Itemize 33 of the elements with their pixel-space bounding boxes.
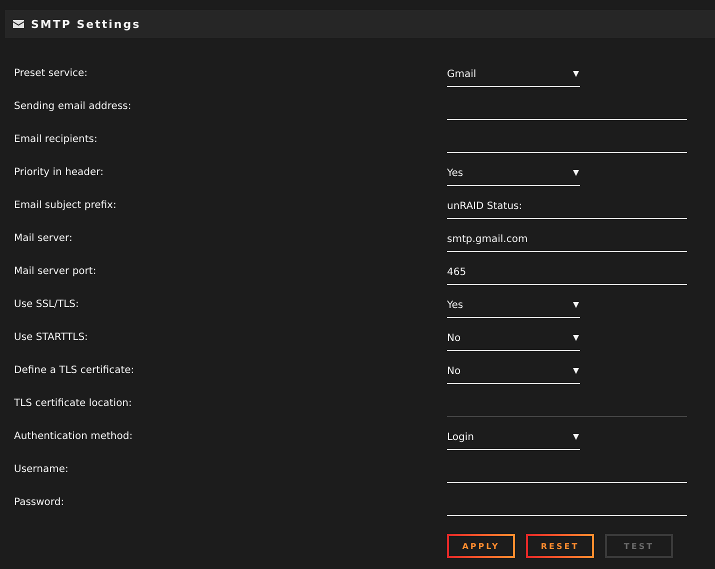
dropdown[interactable]: Yes [447,164,580,186]
dropdown[interactable]: Yes [447,296,580,318]
action-button[interactable]: RESET [526,534,594,558]
field-label: Password: [13,497,66,508]
caret-icon [573,302,579,308]
field-label: Mail server port: [13,266,98,277]
field-label: Use STARTTLS: [13,332,89,343]
action-button[interactable]: APPLY [447,534,515,558]
caret-icon [573,434,579,440]
field-label: Sending email address: [13,101,132,112]
dropdown[interactable]: No [447,362,580,384]
field-label: Priority in header: [13,167,104,178]
caret-icon [573,335,579,341]
field-label: TLS certificate location: [13,398,133,409]
caret-icon [573,170,579,176]
dropdown[interactable]: No [447,328,580,350]
field-label: Email subject prefix: [13,200,118,211]
input-field[interactable]: 465 [447,262,687,284]
field-label: Preset service: [13,68,89,79]
field-label: Authentication method: [13,431,134,442]
field-label: Email recipients: [13,134,98,145]
caret-icon [573,71,579,77]
field-label: Mail server: [13,233,74,244]
field-label: Define a TLS certificate: [13,365,136,376]
input-field[interactable]: smtp.gmail.com [447,230,687,252]
mail-icon [13,20,24,28]
dropdown[interactable]: Login [447,428,580,450]
field-label: Use SSL/TLS: [13,299,80,310]
caret-icon [573,368,579,374]
section-title: SMTP Settings [31,18,141,30]
dropdown[interactable]: Gmail [447,64,580,86]
input-field[interactable]: unRAID Status: [447,196,687,218]
field-label: Username: [13,464,70,475]
